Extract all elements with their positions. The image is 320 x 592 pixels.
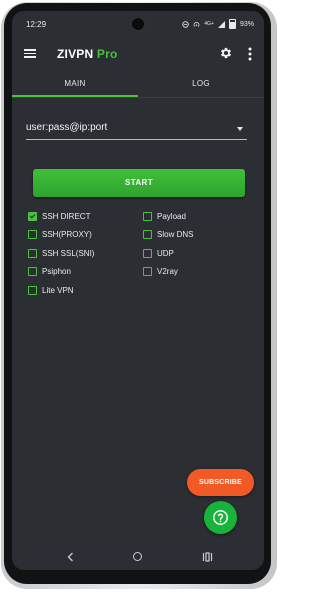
tab-bar: MAIN LOG <box>12 73 264 98</box>
option-label: Lite VPN <box>42 285 74 295</box>
option-ssh-ssl-sni[interactable]: SSH SSL(SNI) <box>28 247 94 259</box>
battery-level: 93% <box>239 20 254 28</box>
option-v2ray[interactable]: V2ray <box>143 265 178 277</box>
option-label: UDP <box>157 248 174 258</box>
option-label: SSH DIRECT <box>42 211 91 221</box>
option-label: Payload <box>157 211 186 221</box>
status-icons: 4G+ 93% <box>182 19 254 29</box>
network-type: 4G+ <box>204 21 214 27</box>
app-bar: ZIVPN Pro <box>12 39 264 69</box>
status-time: 12:29 <box>26 20 47 29</box>
phone-device: 12:29 4G+ 93% ZIVPN Pro MAIN LOG user:pa… <box>0 0 281 592</box>
app-screen: 12:29 4G+ 93% ZIVPN Pro MAIN LOG user:pa… <box>12 11 264 570</box>
server-config-dropdown[interactable]: user:pass@ip:port <box>26 121 247 140</box>
signal-icon <box>217 20 225 28</box>
status-bar: 12:29 4G+ 93% <box>12 11 264 39</box>
back-icon[interactable] <box>67 552 74 562</box>
checkbox-lite-vpn[interactable] <box>28 285 37 295</box>
subscribe-button[interactable]: SUBSCRIBE <box>187 469 254 496</box>
checkbox-psiphon[interactable] <box>28 266 37 276</box>
battery-icon <box>228 19 236 29</box>
server-config-value: user:pass@ip:port <box>26 122 108 133</box>
help-circle-icon <box>213 510 228 525</box>
option-slow-dns[interactable]: Slow DNS <box>143 228 193 240</box>
checkbox-ssh-proxy[interactable] <box>28 229 37 239</box>
app-title: ZIVPN Pro <box>57 47 118 61</box>
dnd-icon <box>182 20 190 28</box>
option-ssh-proxy[interactable]: SSH(PROXY) <box>28 228 92 240</box>
option-label: V2ray <box>157 266 178 276</box>
checkbox-udp[interactable] <box>143 248 152 258</box>
checkbox-slow-dns[interactable] <box>143 229 152 239</box>
app-title-name: ZIVPN <box>57 47 94 61</box>
checkbox-ssh-ssl-sni[interactable] <box>28 248 37 258</box>
option-payload[interactable]: Payload <box>143 210 186 222</box>
tab-log[interactable]: LOG <box>138 73 264 98</box>
checkbox-payload[interactable] <box>143 211 152 221</box>
checkbox-v2ray[interactable] <box>143 266 152 276</box>
menu-icon[interactable] <box>24 49 36 58</box>
option-udp[interactable]: UDP <box>143 247 174 259</box>
option-psiphon[interactable]: Psiphon <box>28 265 71 277</box>
system-nav-bar <box>12 544 264 570</box>
app-title-badge: Pro <box>96 47 118 61</box>
hotspot-icon <box>194 21 200 27</box>
dropdown-arrow-icon <box>237 127 243 131</box>
option-label: Psiphon <box>42 266 71 276</box>
settings-gear-icon[interactable] <box>219 46 233 60</box>
option-label: SSH SSL(SNI) <box>42 248 95 258</box>
option-label: SSH(PROXY) <box>42 229 92 239</box>
help-fab-button[interactable] <box>204 501 237 534</box>
recents-icon[interactable] <box>202 552 213 562</box>
tab-divider <box>12 97 264 98</box>
overflow-menu-icon[interactable] <box>244 47 256 61</box>
option-label: Slow DNS <box>157 229 194 239</box>
checkbox-ssh-direct[interactable] <box>28 211 37 221</box>
start-button[interactable]: START <box>33 169 245 197</box>
home-icon[interactable] <box>133 552 142 561</box>
front-camera <box>131 17 145 31</box>
option-lite-vpn[interactable]: Lite VPN <box>28 284 74 296</box>
option-ssh-direct[interactable]: SSH DIRECT <box>28 210 90 222</box>
